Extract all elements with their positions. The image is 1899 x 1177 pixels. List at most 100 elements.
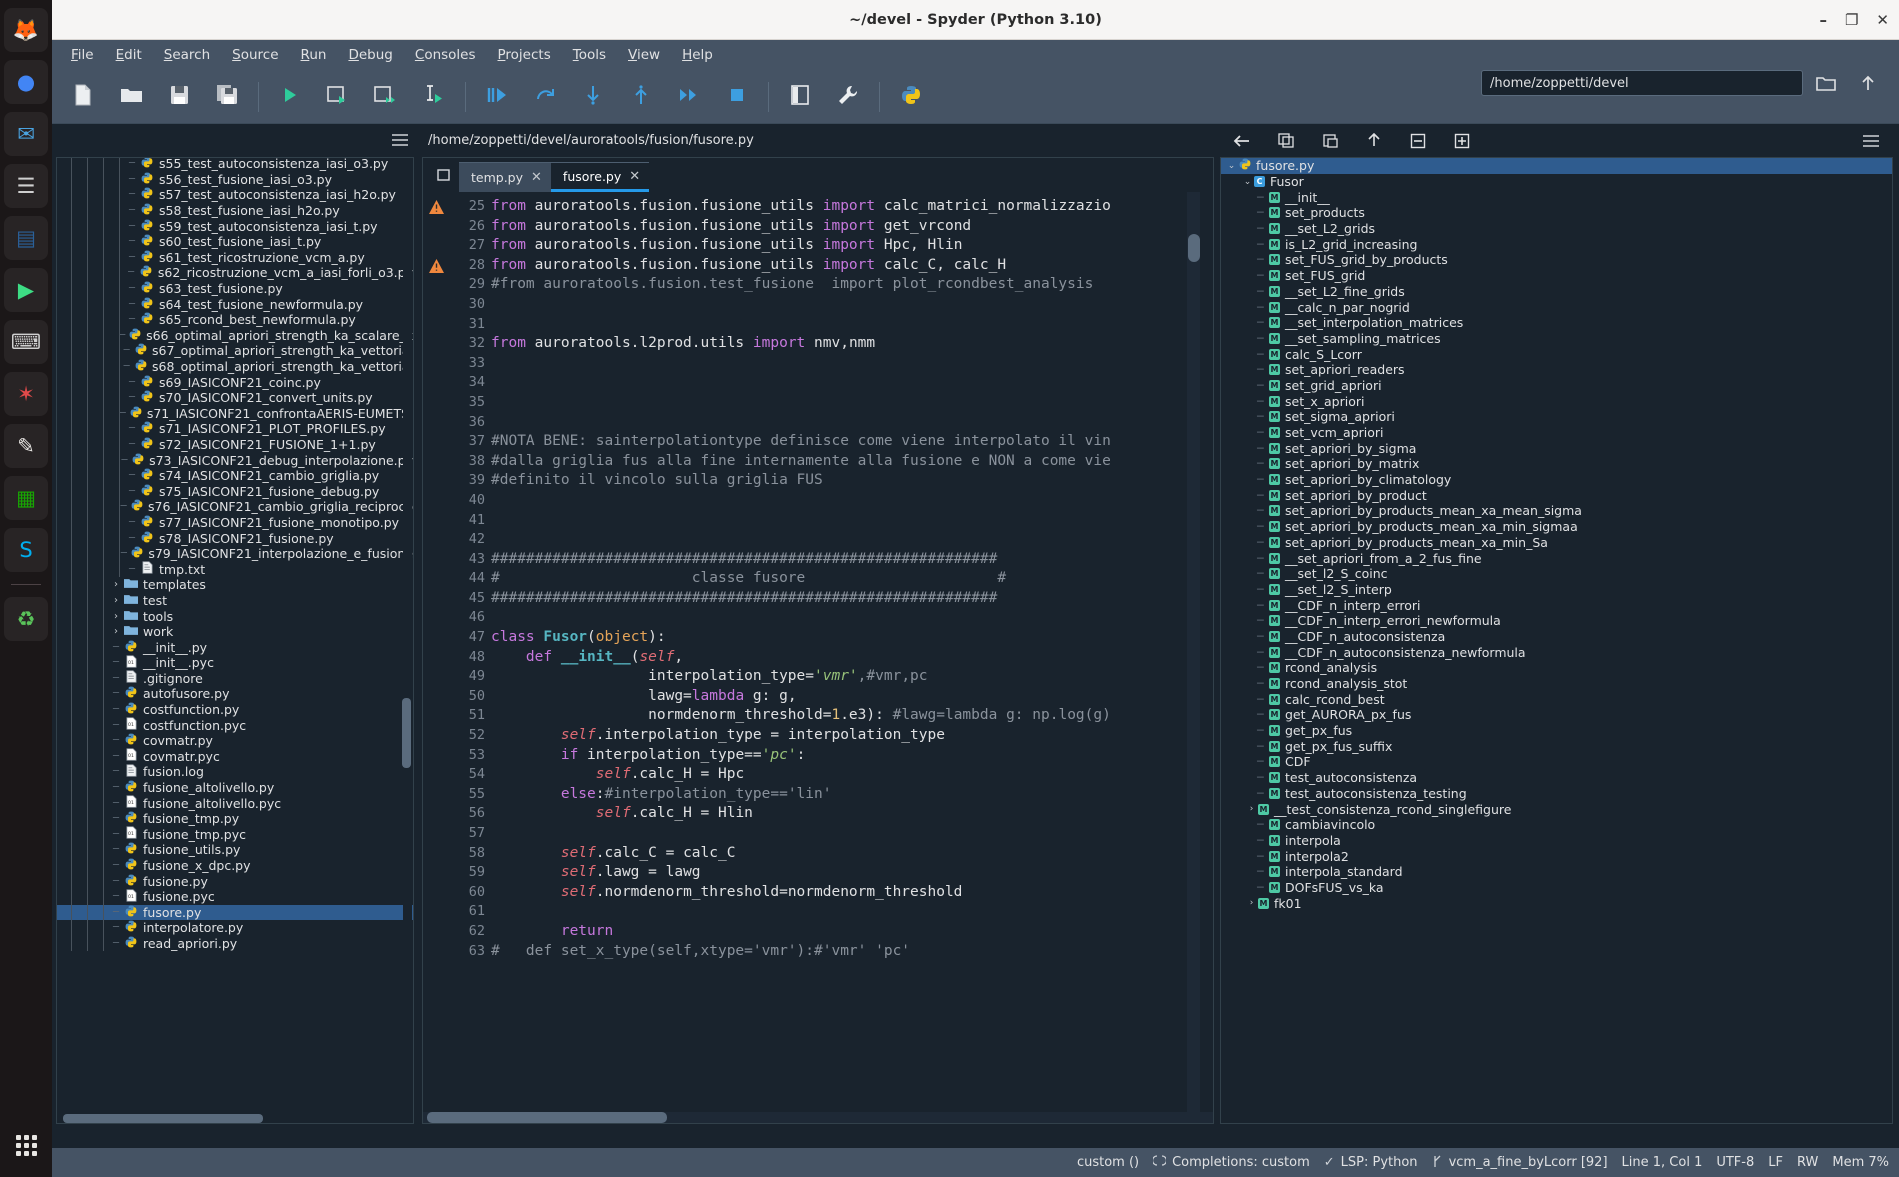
outline-method[interactable]: ─M__CDF_n_autoconsistenza — [1221, 629, 1892, 645]
menu-run[interactable]: Run — [292, 43, 336, 67]
scroll-thumb[interactable] — [1188, 234, 1200, 262]
tree-item[interactable]: ─s72_IASICONF21_FUSIONE_1+1.py — [57, 437, 413, 453]
outline-method[interactable]: ─Mtest_autoconsistenza_testing — [1221, 786, 1892, 802]
outline-method[interactable]: ─M__init__ — [1221, 189, 1892, 205]
tree-item[interactable]: ─s58_test_fusione_iasi_h2o.py — [57, 203, 413, 219]
code-line[interactable]: interpolation_type='vmr',#vmr,pc — [491, 667, 1213, 687]
copy-icon[interactable] — [1272, 128, 1300, 154]
code-line[interactable] — [491, 413, 1213, 433]
debug-continue-button[interactable] — [666, 77, 712, 117]
code-line[interactable] — [491, 491, 1213, 511]
tree-item[interactable]: ─s69_IASICONF21_coinc.py — [57, 374, 413, 390]
outline-method[interactable]: ─M__set_L2_grids — [1221, 221, 1892, 237]
scroll-thumb-horizontal[interactable] — [427, 1112, 667, 1123]
tree-item[interactable]: ─fusione_utils.py — [57, 842, 413, 858]
code-line[interactable]: #dalla griglia fus alla fine internament… — [491, 452, 1213, 472]
save-file-button[interactable] — [156, 77, 202, 117]
outline-root[interactable]: ⌄fusore.py — [1221, 158, 1892, 174]
tree-item[interactable]: ─fusione_tmp.py — [57, 811, 413, 827]
code-editor[interactable]: 2526272829303132333435363738394041424344… — [423, 192, 1213, 1123]
tree-item[interactable]: ─fusore.py — [57, 905, 413, 921]
outline-method[interactable]: ─Mset_vcm_apriori — [1221, 425, 1892, 441]
project-explorer-tree[interactable]: ─s55_test_autoconsistenza_iasi_o3.py─s56… — [56, 157, 414, 1124]
back-arrow-icon[interactable] — [1228, 128, 1256, 154]
outline-method[interactable]: ›Mfk01 — [1221, 895, 1892, 911]
outline-method[interactable]: ─Minterpola_standard — [1221, 864, 1892, 880]
code-line[interactable]: normdenorm_threshold=1.e3): #lawg=lambda… — [491, 706, 1213, 726]
undock-icon[interactable] — [1360, 128, 1388, 154]
project-explorer-hscrollbar[interactable] — [57, 1114, 413, 1123]
scroll-thumb[interactable] — [402, 698, 411, 768]
open-file-button[interactable] — [108, 77, 154, 117]
outline-method[interactable]: ─M__set_L2_fine_grids — [1221, 284, 1892, 300]
code-line[interactable]: # def set_x_type(self,xtype='vmr'):#'vmr… — [491, 942, 1213, 962]
menu-file[interactable]: File — [62, 43, 103, 67]
code-line[interactable] — [491, 295, 1213, 315]
outline-tree[interactable]: ⌄fusore.py⌄CFusor─M__init__─Mset_product… — [1220, 157, 1893, 1124]
tree-item[interactable]: ─read_apriori.py — [57, 936, 413, 952]
outline-method[interactable]: ─M__set_apriori_from_a_2_fus_fine — [1221, 550, 1892, 566]
code-line[interactable]: ########################################… — [491, 589, 1213, 609]
outline-method[interactable]: ─Mset_x_apriori — [1221, 393, 1892, 409]
editor-warning-gutter[interactable] — [423, 192, 449, 1123]
dock-item-chrome[interactable]: ● — [4, 60, 48, 104]
code-line[interactable]: self.calc_H = Hpc — [491, 765, 1213, 785]
dock-item-libreoffice-calc[interactable]: ▦ — [4, 476, 48, 520]
outline-method[interactable]: ─Mset_apriori_readers — [1221, 362, 1892, 378]
outline-method[interactable]: ─M__set_interpolation_matrices — [1221, 315, 1892, 331]
outline-method[interactable]: ─M__set_l2_S_coinc — [1221, 566, 1892, 582]
outline-method[interactable]: ─MCDF — [1221, 754, 1892, 770]
editor-vscrollbar[interactable] — [1187, 192, 1200, 1123]
dock-item-firefox[interactable]: 🦊 — [4, 8, 48, 52]
code-line[interactable] — [491, 824, 1213, 844]
run-cell-button[interactable] — [315, 77, 361, 117]
tree-item[interactable]: ─s74_IASICONF21_cambio_griglia.py — [57, 468, 413, 484]
tree-item[interactable]: ─fusione_altolivello.py — [57, 780, 413, 796]
outline-method[interactable]: ─Mset_FUS_grid — [1221, 268, 1892, 284]
code-line[interactable]: self.calc_H = Hlin — [491, 804, 1213, 824]
outline-options-menu-icon[interactable] — [1857, 128, 1885, 154]
outline-method[interactable]: ─Mcambiavincolo — [1221, 817, 1892, 833]
editor-hscrollbar[interactable] — [423, 1112, 1213, 1123]
tree-item[interactable]: ─s76_IASICONF21_cambio_griglia_reciproco — [57, 499, 413, 515]
tree-item[interactable]: ─s59_test_autoconsistenza_iasi_t.py — [57, 218, 413, 234]
status-git-branch[interactable]: vcm_a_fine_byLcorr [92] — [1432, 1154, 1608, 1172]
dock-item-gitkraken[interactable]: ✶ — [4, 372, 48, 416]
debug-stop-button[interactable] — [714, 77, 760, 117]
tree-item[interactable]: ─s77_IASICONF21_fusione_monotipo.py — [57, 515, 413, 531]
tree-item[interactable]: ─01fusione_altolivello.pyc — [57, 795, 413, 811]
tree-item[interactable]: ─s63_test_fusione.py — [57, 281, 413, 297]
code-line[interactable] — [491, 530, 1213, 550]
code-line[interactable] — [491, 608, 1213, 628]
outline-method[interactable]: ─Mset_apriori_by_product — [1221, 487, 1892, 503]
outline-method[interactable]: ─Mset_sigma_apriori — [1221, 409, 1892, 425]
menu-consoles[interactable]: Consoles — [406, 43, 485, 67]
tree-item[interactable]: ─s67_optimal_apriori_strength_ka_vettori… — [57, 343, 413, 359]
outline-method[interactable]: ─M__CDF_n_interp_errori_newformula — [1221, 613, 1892, 629]
outline-method[interactable]: ─Mrcond_analysis_stot — [1221, 676, 1892, 692]
tree-item[interactable]: ─01__init__.pyc — [57, 655, 413, 671]
warning-marker[interactable] — [423, 256, 449, 276]
code-line[interactable] — [491, 393, 1213, 413]
code-line[interactable] — [491, 315, 1213, 335]
tree-item[interactable]: ─s61_test_ricostruzione_vcm_a.py — [57, 250, 413, 266]
tree-item[interactable]: ─.gitignore — [57, 671, 413, 687]
outline-method[interactable]: ─Mtest_autoconsistenza — [1221, 770, 1892, 786]
outline-method[interactable]: ─M__CDF_n_autoconsistenza_newformula — [1221, 644, 1892, 660]
chevron-right-icon[interactable]: › — [109, 595, 123, 606]
code-line[interactable]: self.lawg = lawg — [491, 863, 1213, 883]
code-line[interactable]: from auroratools.fusion.fusione_utils im… — [491, 256, 1213, 276]
minimize-button[interactable]: – — [1819, 11, 1827, 29]
status-eol[interactable]: LF — [1768, 1155, 1783, 1170]
dock-item-libreoffice-writer[interactable]: ▤ — [4, 216, 48, 260]
status-cursor-position[interactable]: Line 1, Col 1 — [1622, 1155, 1703, 1170]
code-line[interactable]: else:#interpolation_type=='lin' — [491, 785, 1213, 805]
tree-item[interactable]: ─autofusore.py — [57, 686, 413, 702]
tree-item[interactable]: ─fusione.py — [57, 873, 413, 889]
outline-method[interactable]: ─Mset_apriori_by_products_mean_xa_min_si… — [1221, 519, 1892, 535]
menu-search[interactable]: Search — [155, 43, 219, 67]
outline-method[interactable]: ─MDOFsFUS_vs_ka — [1221, 880, 1892, 896]
code-line[interactable]: def __init__(self, — [491, 648, 1213, 668]
tree-item[interactable]: ─01fusione.pyc — [57, 889, 413, 905]
dock-item-trash[interactable]: ♻ — [4, 597, 48, 641]
